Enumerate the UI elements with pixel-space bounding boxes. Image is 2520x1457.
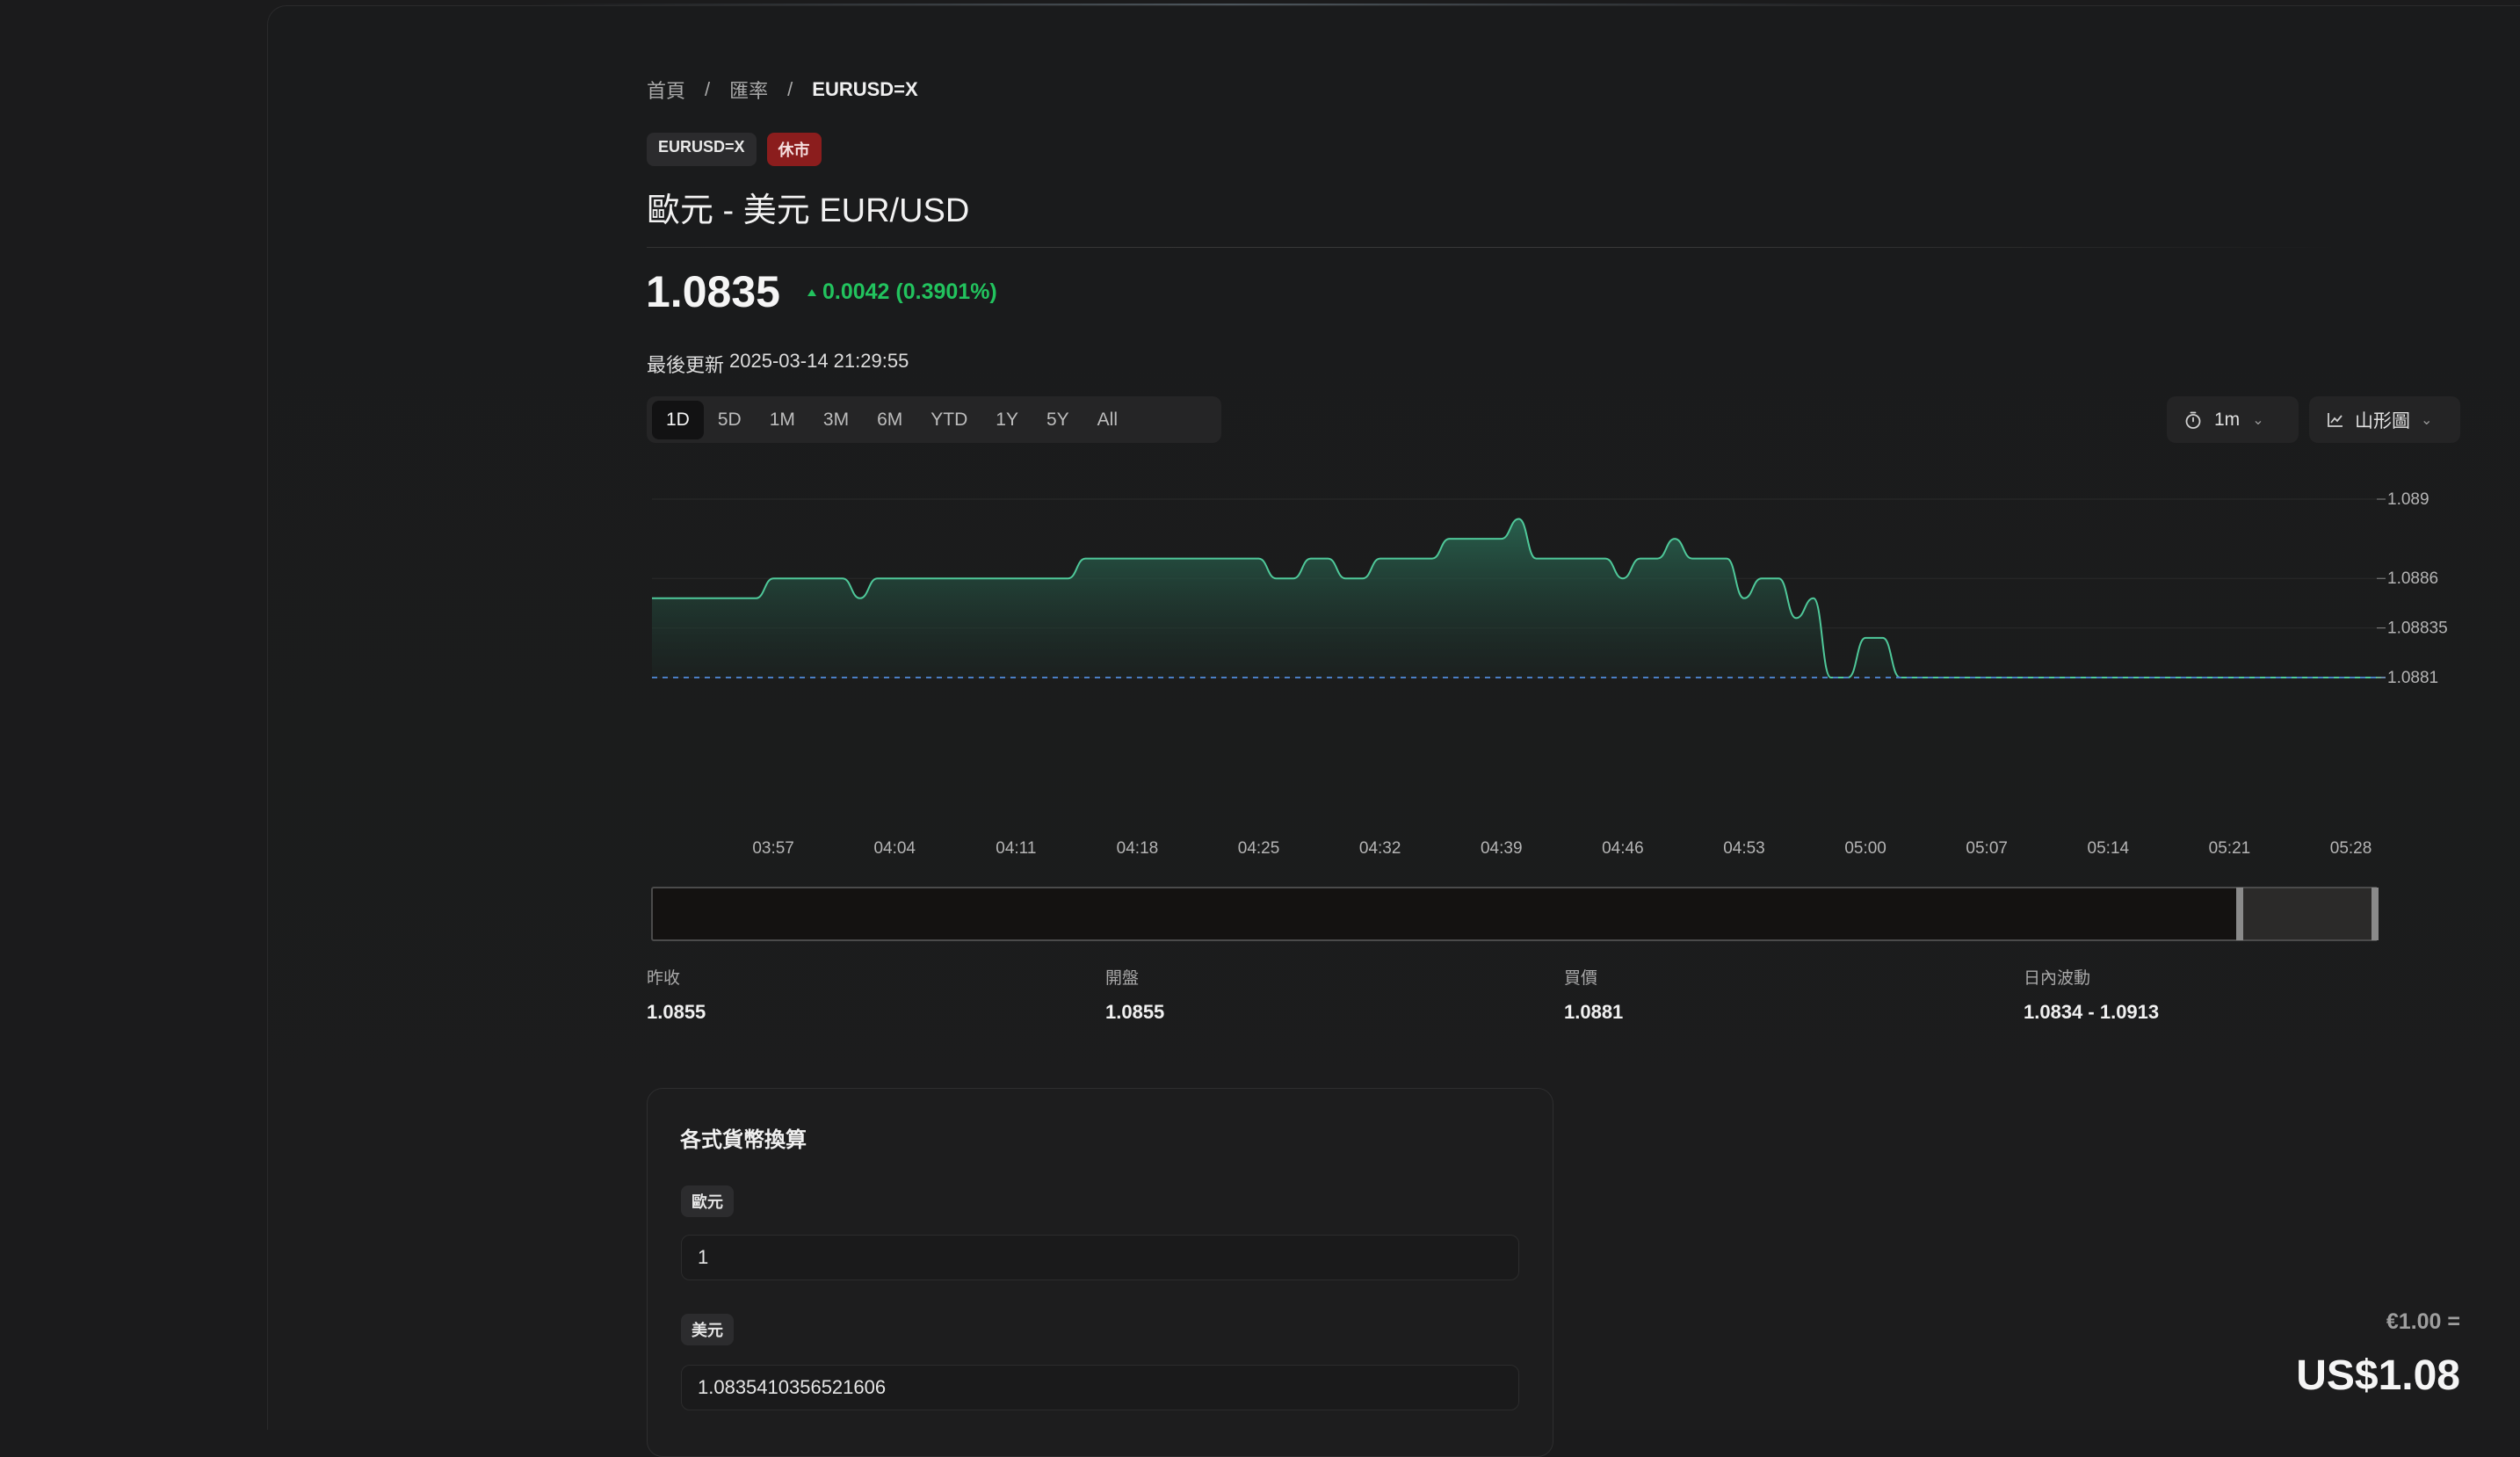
breadcrumb-home[interactable]: 首頁 <box>647 76 685 104</box>
from-currency-label: 歐元 <box>681 1185 734 1217</box>
y-tick-label: 1.089 <box>2387 490 2429 509</box>
navigator-handle-left[interactable] <box>2236 888 2243 940</box>
x-tick-label: 04:39 <box>1481 839 1523 858</box>
market-status-badge: 休市 <box>766 133 822 166</box>
x-tick-label: 03:57 <box>752 839 794 858</box>
breadcrumb-current: EURUSD=X <box>812 78 918 100</box>
x-tick-label: 04:46 <box>1602 839 1644 858</box>
symbol-badge: EURUSD=X <box>647 133 757 166</box>
top-glow <box>527 4 1933 5</box>
x-tick-label: 05:21 <box>2209 839 2251 858</box>
stat-label: 開盤 <box>1105 969 1140 988</box>
chevron-down-icon: ⌄ <box>2252 412 2264 428</box>
from-amount-input[interactable] <box>681 1235 1519 1280</box>
currency-converter: 各式貨幣換算 歐元 美元 <box>647 1088 1553 1457</box>
y-tick-label: 1.0886 <box>2387 569 2438 588</box>
navigator-track[interactable] <box>651 887 2377 941</box>
rate-summary-from: €1.00 = <box>2386 1309 2460 1334</box>
navigator-handle-right[interactable] <box>2372 888 2379 940</box>
range-all[interactable]: All <box>1083 401 1132 439</box>
x-axis: 03:57 04:04 04:11 04:18 04:25 04:32 04:39 04:46… <box>752 839 2372 858</box>
x-tick-label: 04:18 <box>1117 839 1159 858</box>
interval-value: 1m <box>2214 409 2241 430</box>
x-tick-label: 04:32 <box>1359 839 1401 858</box>
x-tick-label: 04:11 <box>996 839 1036 858</box>
stat-value: 1.0834 - 1.0913 <box>2024 1001 2160 1023</box>
range-selector: 1D 5D 1M 3M 6M YTD 1Y 5Y All <box>647 396 1221 443</box>
last-updated: 最後更新 2025-03-14 21:29:55 <box>647 350 909 378</box>
x-tick-label: 04:25 <box>1238 839 1280 858</box>
breadcrumb-separator: / <box>705 78 711 100</box>
x-tick-label: 05:28 <box>2330 839 2372 858</box>
last-updated-value: 2025-03-14 21:29:55 <box>729 350 909 372</box>
stat-open: 開盤 1.0855 <box>1105 965 1164 1024</box>
stat-label: 日內波動 <box>2024 969 2091 988</box>
chevron-down-icon: ⌄ <box>2421 412 2433 428</box>
stat-prev-close: 昨收 1.0855 <box>647 965 706 1024</box>
navigator-window[interactable] <box>2239 887 2377 941</box>
y-tick-label: 1.08835 <box>2387 620 2448 638</box>
price-change-value: 0.0042 (0.3901%) <box>822 279 997 304</box>
breadcrumb-separator: / <box>787 78 793 100</box>
current-price: 1.0835 <box>646 267 780 316</box>
breadcrumb-section[interactable]: 匯率 <box>729 76 768 104</box>
stat-label: 買價 <box>1564 969 1598 988</box>
last-updated-label: 最後更新 <box>647 354 725 376</box>
stat-value: 1.0881 <box>1564 1001 1624 1023</box>
zoom-navigator[interactable] <box>651 887 2379 941</box>
x-tick-label: 04:53 <box>1723 839 1765 858</box>
range-1m[interactable]: 1M <box>756 401 809 439</box>
range-ytd[interactable]: YTD <box>916 401 981 439</box>
stat-bid: 買價 1.0881 <box>1564 965 1623 1024</box>
y-axis: 1.089 1.0886 1.08835 1.0881 <box>2377 490 2448 687</box>
chart-type-value: 山形圖 <box>2355 410 2410 431</box>
breadcrumb: 首頁 / 匯率 / EURUSD=X <box>647 76 918 104</box>
converter-title: 各式貨幣換算 <box>680 1128 807 1152</box>
chart-area <box>652 518 2386 678</box>
range-5y[interactable]: 5Y <box>1032 401 1083 439</box>
range-6m[interactable]: 6M <box>863 401 916 439</box>
x-tick-label: 04:04 <box>873 839 916 858</box>
x-tick-label: 05:07 <box>1966 839 2008 858</box>
price-change: 0.0042 (0.3901%) <box>807 279 997 305</box>
badge-row: EURUSD=X 休市 <box>647 133 822 166</box>
stat-label: 昨收 <box>647 969 681 988</box>
page-title: 歐元 - 美元 EUR/USD <box>647 192 970 229</box>
range-1d[interactable]: 1D <box>652 400 704 439</box>
y-tick-label: 1.0881 <box>2387 669 2438 687</box>
timer-icon <box>2185 411 2201 429</box>
line-chart-icon <box>2328 412 2343 427</box>
stat-value: 1.0855 <box>647 1001 706 1023</box>
stat-value: 1.0855 <box>1105 1001 1165 1023</box>
stat-day-range: 日內波動 1.0834 - 1.0913 <box>2024 965 2159 1024</box>
range-3m[interactable]: 3M <box>809 401 863 439</box>
to-currency-label: 美元 <box>681 1314 734 1345</box>
range-1y[interactable]: 1Y <box>981 401 1032 439</box>
range-5d[interactable]: 5D <box>704 401 756 439</box>
x-tick-label: 05:14 <box>2088 839 2130 858</box>
arrow-up-icon <box>807 288 816 296</box>
chart-type-dropdown[interactable]: 山形圖 ⌄ <box>2309 396 2460 443</box>
to-amount-input[interactable] <box>681 1365 1519 1410</box>
title-divider <box>647 247 2334 248</box>
x-tick-label: 05:00 <box>1844 839 1886 858</box>
price-chart[interactable]: 1.089 1.0886 1.08835 1.0881 03:57 04:04 04:11… <box>641 475 2478 949</box>
interval-dropdown[interactable]: 1m ⌄ <box>2167 396 2299 443</box>
rate-summary-to: US$1.08 <box>2296 1352 2460 1399</box>
